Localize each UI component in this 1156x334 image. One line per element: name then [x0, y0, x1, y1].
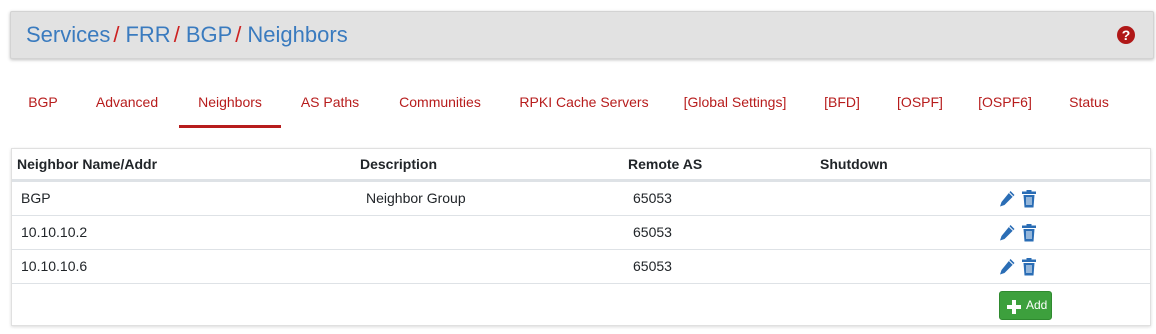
breadcrumb-bar: Services / FRR / BGP / Neighbors ? — [10, 11, 1154, 59]
breadcrumb-frr[interactable]: FRR — [125, 22, 170, 47]
breadcrumb-separator: / — [173, 22, 180, 47]
tab-advanced[interactable]: Advanced — [89, 80, 165, 128]
tab-global-settings[interactable]: [Global Settings] — [680, 80, 790, 128]
tab-bar: BGP Advanced Neighbors AS Paths Communit… — [10, 80, 1150, 128]
neighbor-remote-as: 65053 — [633, 190, 672, 206]
breadcrumb-separator: / — [235, 22, 242, 47]
add-button-label: Add — [1026, 298, 1048, 312]
trash-icon[interactable] — [1020, 257, 1038, 277]
neighbor-remote-as: 65053 — [633, 258, 672, 274]
column-description: Description — [360, 156, 438, 172]
breadcrumb-separator: / — [113, 22, 120, 47]
tab-rpki-cache-servers[interactable]: RPKI Cache Servers — [516, 80, 652, 128]
tab-bfd[interactable]: [BFD] — [822, 80, 862, 128]
column-shutdown: Shutdown — [820, 156, 888, 172]
column-neighbor-name: Neighbor Name/Addr — [17, 156, 158, 172]
breadcrumb-bgp[interactable]: BGP — [186, 22, 232, 47]
tab-neighbors[interactable]: Neighbors — [179, 80, 281, 128]
neighbor-name: 10.10.10.2 — [21, 224, 88, 240]
column-remote-as: Remote AS — [628, 156, 703, 172]
plus-icon — [1006, 298, 1022, 314]
breadcrumb-services[interactable]: Services — [26, 22, 110, 47]
pencil-icon[interactable] — [998, 189, 1016, 209]
row-actions — [998, 257, 1038, 277]
row-actions — [998, 223, 1038, 243]
neighbor-name: BGP — [21, 190, 51, 206]
pencil-icon[interactable] — [998, 223, 1016, 243]
tab-ospf[interactable]: [OSPF] — [895, 80, 945, 128]
neighbor-description: Neighbor Group — [366, 190, 466, 206]
tab-ospf6[interactable]: [OSPF6] — [977, 80, 1033, 128]
table-footer: Add — [12, 283, 1150, 327]
table-row: 10.10.10.2 65053 — [12, 215, 1150, 249]
table-header: Neighbor Name/Addr Description Remote AS… — [12, 149, 1150, 181]
breadcrumb: Services / FRR / BGP / Neighbors — [26, 22, 348, 48]
tab-as-paths[interactable]: AS Paths — [296, 80, 364, 128]
row-actions — [998, 189, 1038, 209]
table-row: 10.10.10.6 65053 — [12, 249, 1150, 283]
breadcrumb-neighbors[interactable]: Neighbors — [247, 22, 347, 47]
table-row: BGP Neighbor Group 65053 — [12, 181, 1150, 215]
neighbor-remote-as: 65053 — [633, 224, 672, 240]
trash-icon[interactable] — [1020, 223, 1038, 243]
tab-bgp[interactable]: BGP — [20, 80, 66, 128]
tab-communities[interactable]: Communities — [393, 80, 487, 128]
add-neighbor-button[interactable]: Add — [999, 291, 1052, 320]
tab-status[interactable]: Status — [1066, 80, 1112, 128]
neighbor-name: 10.10.10.6 — [21, 258, 88, 274]
pencil-icon[interactable] — [998, 257, 1016, 277]
neighbors-table: Neighbor Name/Addr Description Remote AS… — [11, 148, 1151, 326]
trash-icon[interactable] — [1020, 189, 1038, 209]
question-circle-icon[interactable]: ? — [1117, 26, 1135, 44]
